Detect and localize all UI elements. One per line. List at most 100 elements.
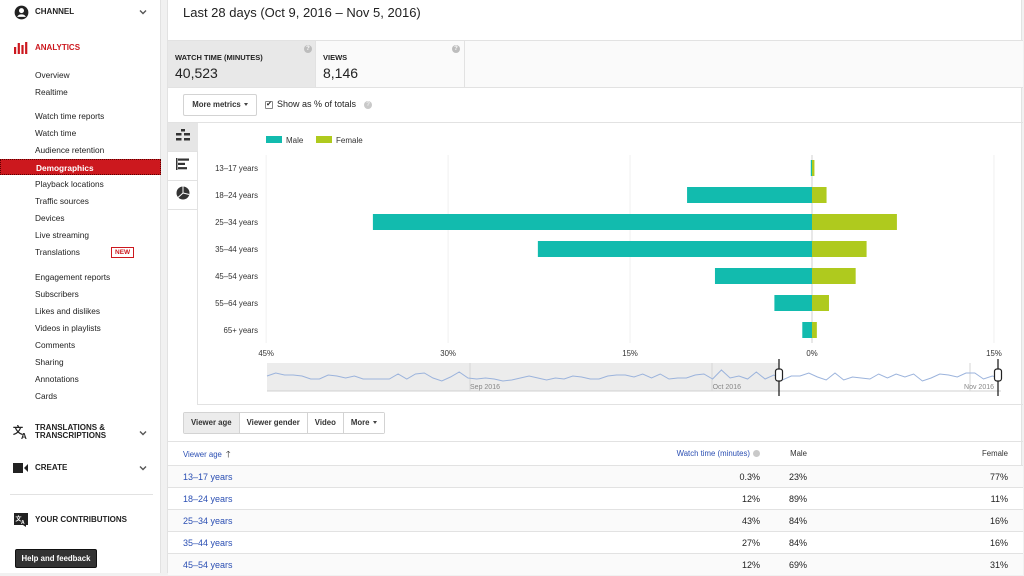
sidebar-item-live-streaming[interactable]: Live streaming bbox=[0, 227, 161, 243]
sidebar-item-playback-locations[interactable]: Playback locations bbox=[0, 176, 161, 192]
bar-female bbox=[812, 295, 829, 311]
bar-female bbox=[812, 187, 827, 203]
metric-watch-time[interactable]: WATCH TIME (MINUTES) 40,523 ? bbox=[168, 41, 316, 87]
sidebar-item-annotations[interactable]: Annotations bbox=[0, 371, 161, 387]
tab-video[interactable]: Video bbox=[307, 413, 344, 433]
sidebar-item-watch-time[interactable]: Watch time bbox=[0, 125, 161, 141]
sidebar-item-label: Audience retention bbox=[35, 145, 105, 155]
new-badge: NEW bbox=[111, 247, 135, 258]
help-icon[interactable]: ? bbox=[452, 45, 460, 53]
bar-male bbox=[687, 187, 812, 203]
y-category-label: 65+ years bbox=[224, 326, 259, 335]
row-female: 77% bbox=[989, 472, 1008, 482]
timeline-month-label: Sep 2016 bbox=[470, 384, 500, 391]
header-viewer-age-label: Viewer age bbox=[183, 450, 222, 459]
sidebar-item-label: Devices bbox=[35, 213, 65, 223]
view-tab-multiline[interactable] bbox=[168, 123, 198, 152]
row-age-link[interactable]: 13–17 years bbox=[183, 466, 233, 488]
sidebar-item-sharing[interactable]: Sharing bbox=[0, 354, 161, 370]
row-watch-time: 27% bbox=[741, 538, 760, 548]
y-category-label: 18–24 years bbox=[215, 191, 258, 200]
sidebar-item-audience-retention[interactable]: Audience retention bbox=[0, 142, 161, 158]
tab-viewer-age[interactable]: Viewer age bbox=[184, 413, 240, 433]
sidebar-item-label: Playback locations bbox=[35, 179, 104, 189]
legend-label-female: Female bbox=[336, 136, 363, 145]
sidebar-item-videos-in-playlists[interactable]: Videos in playlists bbox=[0, 320, 161, 336]
sidebar-section-create[interactable]: CREATE bbox=[0, 460, 161, 476]
timeline-month-label: Oct 2016 bbox=[713, 384, 742, 391]
y-category-label: 55–64 years bbox=[215, 299, 258, 308]
table-row: 45–54 years 12% 69% 31% bbox=[168, 553, 1023, 575]
row-female: 16% bbox=[989, 516, 1008, 526]
demographics-chart: Male Female 45% 30% 15% 0% 15% 13–17 years 18–24… bbox=[198, 123, 1023, 405]
account-circle-icon bbox=[13, 4, 29, 20]
sidebar-item-demographics[interactable]: Demographics bbox=[0, 159, 161, 175]
row-male: 89% bbox=[788, 494, 807, 504]
sidebar-item-overview[interactable]: Overview bbox=[0, 67, 161, 83]
sidebar: CHANNEL ANALYTICS Overview Realtime Watch … bbox=[0, 0, 161, 573]
sidebar-item-cards[interactable]: Cards bbox=[0, 388, 161, 404]
video-camera-icon bbox=[13, 460, 29, 476]
sidebar-item-comments[interactable]: Comments bbox=[0, 337, 161, 353]
help-icon[interactable] bbox=[753, 450, 760, 458]
tab-viewer-gender[interactable]: Viewer gender bbox=[239, 413, 308, 433]
sidebar-item-label: Comments bbox=[35, 340, 76, 350]
row-age-link[interactable]: 35–44 years bbox=[183, 532, 233, 554]
timeline-end-handle[interactable] bbox=[993, 368, 1003, 382]
header-watch-time-label: Watch time (minutes) bbox=[676, 449, 750, 458]
sidebar-item-devices[interactable]: Devices bbox=[0, 210, 161, 226]
show-pct-checkbox[interactable]: ✔ bbox=[265, 101, 273, 109]
chart-toolbar: More metrics ✔ Show as % of totals ? bbox=[168, 88, 1023, 123]
y-category-label: 45–54 years bbox=[215, 272, 258, 281]
caret-down-icon bbox=[243, 103, 248, 107]
sidebar-item-label: Likes and dislikes bbox=[35, 306, 101, 316]
bar-male bbox=[714, 268, 812, 284]
analytics-label: ANALYTICS bbox=[35, 43, 81, 52]
timeline-start-handle[interactable] bbox=[774, 368, 784, 382]
row-age-link[interactable]: 18–24 years bbox=[183, 488, 233, 510]
y-category-label: 35–44 years bbox=[215, 245, 258, 254]
header-female: Female bbox=[982, 449, 1008, 458]
legend-swatch-male[interactable] bbox=[266, 136, 282, 143]
chart-view-tabs bbox=[168, 123, 198, 405]
legend-swatch-female[interactable] bbox=[316, 136, 332, 143]
tab-more[interactable]: More bbox=[343, 413, 384, 433]
help-icon[interactable]: ? bbox=[304, 45, 312, 53]
svg-text:A: A bbox=[21, 432, 27, 439]
contributions-label: YOUR CONTRIBUTIONS bbox=[35, 515, 127, 524]
bar-female bbox=[812, 241, 867, 257]
sidebar-item-likes-and-dislikes[interactable]: Likes and dislikes bbox=[0, 303, 161, 319]
header-viewer-age[interactable]: Viewer age 🡑 bbox=[183, 442, 231, 467]
tab-more-label: More bbox=[350, 418, 370, 427]
sidebar-heading: Engagement reports bbox=[0, 269, 161, 285]
row-age-link[interactable]: 25–34 years bbox=[183, 510, 233, 532]
translations-label-line2: TRANSCRIPTIONS bbox=[35, 431, 107, 440]
sidebar-item-label: Videos in playlists bbox=[35, 323, 101, 333]
metric-views[interactable]: VIEWS 8,146 ? bbox=[316, 41, 465, 87]
header-watch-time[interactable]: Watch time (minutes) bbox=[677, 442, 760, 466]
help-icon[interactable]: ? bbox=[364, 101, 372, 109]
sidebar-section-channel[interactable]: CHANNEL bbox=[0, 4, 161, 20]
view-tab-bar[interactable] bbox=[168, 152, 198, 181]
bar-female bbox=[812, 160, 815, 176]
more-metrics-button[interactable]: More metrics bbox=[183, 94, 257, 116]
sidebar-item-label: Sharing bbox=[35, 357, 64, 367]
date-range-title[interactable]: Last 28 days (Oct 9, 2016 – Nov 5, 2016) bbox=[183, 5, 421, 20]
sidebar-item-subscribers[interactable]: Subscribers bbox=[0, 286, 161, 302]
table-row: 13–17 years 0.3% 23% 77% bbox=[168, 465, 1023, 487]
view-tab-pie[interactable] bbox=[168, 181, 198, 210]
bar-male bbox=[372, 214, 812, 230]
multi-line-chart-icon bbox=[176, 128, 190, 146]
metric-label: VIEWS bbox=[323, 53, 348, 62]
help-feedback-button[interactable]: Help and feedback bbox=[15, 549, 97, 568]
sidebar-item-label: Engagement reports bbox=[35, 272, 111, 282]
sidebar-section-contributions[interactable]: 文A YOUR CONTRIBUTIONS bbox=[0, 512, 161, 528]
dimension-tabs: Viewer age Viewer gender Video More bbox=[183, 412, 385, 434]
sidebar-item-traffic-sources[interactable]: Traffic sources bbox=[0, 193, 161, 209]
sidebar-item-label: Watch time bbox=[35, 128, 77, 138]
sidebar-section-translations[interactable]: 文A TRANSLATIONS & TRANSCRIPTIONS bbox=[0, 423, 161, 441]
sidebar-item-translations[interactable]: Translations NEW bbox=[0, 244, 161, 260]
sidebar-section-analytics[interactable]: ANALYTICS bbox=[0, 40, 161, 56]
table-row: 18–24 years 12% 89% 11% bbox=[168, 487, 1023, 509]
sidebar-item-realtime[interactable]: Realtime bbox=[0, 84, 161, 100]
